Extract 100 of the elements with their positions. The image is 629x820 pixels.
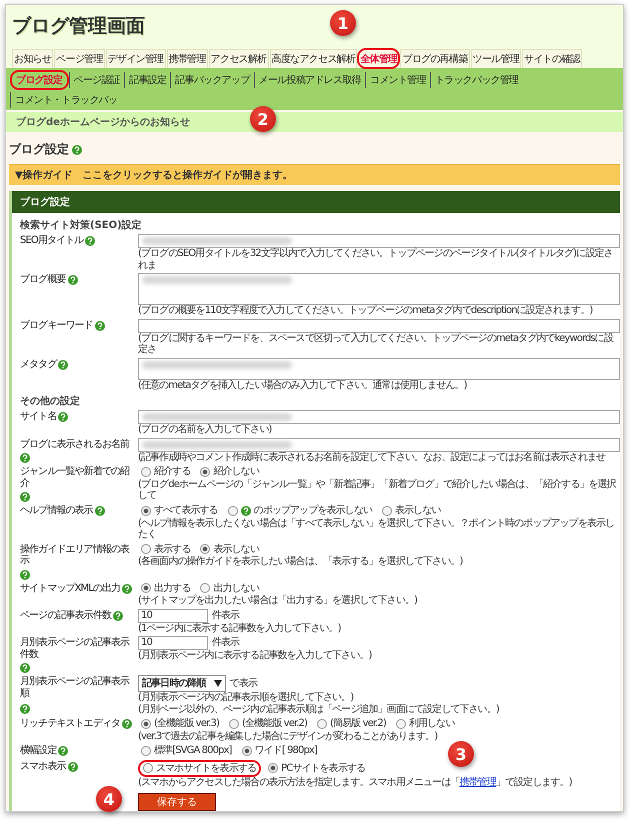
radio-option[interactable]: PCサイトを表示する xyxy=(265,762,368,775)
hint-text: (ブログの概要を110文字程度で入力してください。トップページのmetaタグ内でdescriptionに設定されます。) xyxy=(138,305,594,316)
radio-option[interactable]: 利用しない xyxy=(392,717,458,730)
hint-text: (各画面内の操作ガイドを表示したい場合は、「表示する」を選択して下さい。) xyxy=(138,556,464,568)
sub-nav-tab[interactable]: コメント管理 xyxy=(364,72,430,88)
radio-option[interactable]: スマホサイトを表示する xyxy=(138,760,262,777)
hint-text: (月別表示ページ内に表示する記事数を入力して下さい。) xyxy=(138,650,373,662)
radio-option[interactable]: 紹介しない xyxy=(197,465,262,478)
hint-text: (スマホからアクセスした場合の表示方法を指定します。スマホ用メニューは「携帯管理」で設定します。) xyxy=(138,777,573,788)
field-label: ページの記事表示件数 xyxy=(20,610,112,621)
help-icon xyxy=(68,275,78,285)
panel-header: ブログ設定 xyxy=(12,191,620,213)
text-area[interactable] xyxy=(138,358,620,380)
nav-tab[interactable]: サイトの確認 xyxy=(522,49,582,68)
text-field[interactable] xyxy=(138,438,620,452)
sort-dropdown[interactable]: 記事日時の降順 xyxy=(138,675,226,692)
help-icon xyxy=(20,663,30,673)
nav-tab[interactable]: デザイン管理 xyxy=(106,49,166,68)
hint-text: (ブログのSEO用タイトルを32文字以内で入力してください。トップページのページタイトル(タイトルタグ)に設定されま xyxy=(138,248,614,271)
number-field[interactable]: 10 xyxy=(138,636,208,650)
field-label: ブログキーワード xyxy=(20,320,93,331)
help-icon xyxy=(72,145,82,155)
save-button[interactable]: 保存する xyxy=(138,792,216,810)
help-icon xyxy=(58,412,68,422)
help-icon xyxy=(20,492,30,502)
help-icon xyxy=(94,320,105,330)
field-label: サイト名 xyxy=(20,411,56,422)
sub-nav-tab[interactable]: トラックバック管理 xyxy=(430,72,522,88)
help-icon xyxy=(20,570,30,580)
help-icon xyxy=(113,610,124,620)
nav-tab[interactable]: ブログの再構築 xyxy=(400,49,470,68)
radio-option[interactable]: (簡易版 ver.2) xyxy=(314,717,389,730)
field-label: SEO用タイトル xyxy=(20,235,84,246)
hint-text: (ブログに関するキーワードを、スペースで区切って入力してください。トップページのmetaタグ内でkeywordsに設定さ xyxy=(138,332,614,356)
help-icon xyxy=(68,762,78,772)
radio-option[interactable]: 表示しない xyxy=(379,504,444,518)
radio-option[interactable]: 紹介する xyxy=(138,465,194,478)
group-heading: 検索サイト対策(SEO)設定 xyxy=(20,218,143,232)
page-heading: ブログ管理画面 xyxy=(12,14,145,39)
field-label: ジャンル一覧や新着での紹介 xyxy=(20,466,130,489)
radio-option[interactable]: 表示する xyxy=(138,542,194,556)
hint-text: (ブログdeホームページの「ジャンル一覧」や「新着記事」「新着ブログ」で紹介したい場合は、「紹介する」を選択して xyxy=(138,478,617,502)
text-area[interactable] xyxy=(138,273,620,305)
help-icon xyxy=(20,453,30,463)
nav-tab[interactable]: 全体管理 xyxy=(358,49,400,68)
unit-label: 件表示 xyxy=(212,610,240,622)
help-icon xyxy=(122,584,132,594)
number-field[interactable]: 10 xyxy=(138,608,208,622)
section-title: ブログ設定 xyxy=(9,141,69,158)
sub-nav-tab[interactable]: コメント・トラックバッ xyxy=(10,92,122,108)
radio-option[interactable]: すべて表示する xyxy=(138,504,221,518)
radio-option[interactable]: 出力する xyxy=(138,582,194,595)
nav-tab[interactable]: 携帯管理 xyxy=(166,49,208,68)
radio-option[interactable]: 出力しない xyxy=(197,582,262,595)
radio-option[interactable]: のポップアップを表示しない xyxy=(224,504,376,518)
hint-text: (任意のmetaタグを挿入したい場合のみ入力して下さい。通常は使用しません。) xyxy=(138,380,468,391)
field-label: 横幅設定 xyxy=(20,745,56,756)
field-label: スマホ表示 xyxy=(20,760,66,772)
field-label: 操作ガイドエリア情報の表示 xyxy=(20,544,130,566)
hint-text: (月別表示ページ内の記事表示順を選択して下さい。) xyxy=(138,692,354,704)
field-label: 月別表示ページの記事表示順 xyxy=(20,676,131,699)
unit-label: で表示 xyxy=(230,678,258,690)
hint-text: (ヘルプ情報を表示したくない場合は「すべて表示しない」を選択して下さい。？ポイント時のポップアップを表示したく xyxy=(138,518,616,540)
field-label: メタタグ xyxy=(20,358,56,370)
help-icon xyxy=(94,506,105,516)
radio-option[interactable]: 表示しない xyxy=(197,542,262,556)
field-label: 月別表示ページの記事表示件数 xyxy=(20,637,131,660)
field-label: サイトマップXMLの出力 xyxy=(20,582,120,594)
radio-option[interactable]: (全機能版 ver.2) xyxy=(226,717,310,730)
nav-tab[interactable]: 高度なアクセス解析 xyxy=(270,49,358,68)
help-icon xyxy=(58,746,68,756)
hint-text: (記事作成時やコメント作成時に表示されるお名前を設定して下さい。なお、設定によってはお名前は表示されませ xyxy=(138,452,606,463)
sub-nav-tab[interactable]: 記事バックアップ xyxy=(170,72,254,88)
group-heading: その他の設定 xyxy=(20,394,81,408)
nav-tab[interactable]: お知らせ xyxy=(12,49,54,68)
nav-tab[interactable]: ページ管理 xyxy=(54,49,105,68)
caret-down-icon xyxy=(214,680,222,687)
field-label: ブログ概要 xyxy=(20,274,66,286)
nav-tab[interactable]: アクセス解析 xyxy=(208,49,269,68)
radio-option[interactable]: (全機能版 ver.3) xyxy=(138,717,222,730)
help-icon xyxy=(58,360,68,370)
field-label: リッチテキストエディタ xyxy=(20,718,120,730)
hint-text: (ブログの名前を入力して下さい) xyxy=(138,424,272,436)
field-label: ヘルプ情報の表示 xyxy=(20,505,93,516)
help-icon xyxy=(240,506,251,516)
guide-bar[interactable]: ▼操作ガイド ここをクリックすると操作ガイドが開きます。 xyxy=(9,164,620,185)
sub-nav-tab[interactable]: ページ認証 xyxy=(68,72,124,88)
text-field[interactable] xyxy=(138,410,620,424)
sub-nav-tab[interactable]: メール投稿アドレス取得 xyxy=(254,72,365,88)
radio-option[interactable]: 標準[SVGA 800px] xyxy=(138,744,235,758)
help-icon xyxy=(20,704,30,714)
hint-text: (ver.3で過去の記事を編集した場合にデザインが変わることがあります。) xyxy=(138,730,438,742)
field-label: ブログに表示されるお名前 xyxy=(20,438,130,450)
help-icon xyxy=(122,719,132,729)
mobile-settings-link[interactable]: 携帯管理 xyxy=(460,777,496,788)
text-field[interactable] xyxy=(138,234,620,248)
radio-option[interactable]: ワイド[ 980px] xyxy=(238,744,320,758)
text-field[interactable] xyxy=(138,318,620,332)
nav-tab[interactable]: ツール管理 xyxy=(470,49,522,68)
sub-nav-tab[interactable]: 記事設定 xyxy=(124,72,170,88)
